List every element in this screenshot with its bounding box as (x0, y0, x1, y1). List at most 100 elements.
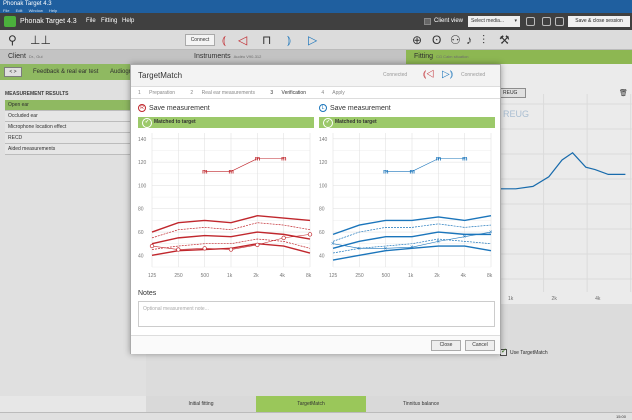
x-tick-label: 125 (329, 273, 338, 279)
app-menu-help[interactable]: Help (122, 13, 134, 30)
hearing-aid-right-status-icon: ⦅◁ (423, 69, 435, 80)
device-toolbar: ⚲ ⊥⊥ Connect ⦅ ◁ ⊓ ⦆ ▷ ⊕ ʘ ⚇ ♪ ⫶ ⚒ (0, 30, 632, 50)
speaker-left-icon[interactable]: ▷ (308, 32, 317, 48)
ucl-point: m (255, 157, 260, 163)
connected-status-right: Connected (383, 72, 408, 78)
speaker-right-icon[interactable]: ◁ (238, 32, 247, 48)
x-tick-label: 1k (227, 273, 233, 279)
matched-to-target-left: Matched to target (319, 117, 495, 128)
save-measurement-left[interactable]: L Save measurement (319, 104, 391, 112)
client-view-checkbox[interactable] (424, 18, 431, 25)
ucl-curve (385, 158, 465, 172)
audiogram-icon[interactable]: ⊥⊥ (30, 32, 51, 48)
step-apply[interactable]: 4 Apply (321, 90, 351, 96)
y-tick-label: 60 (138, 230, 144, 236)
steps-divider (131, 98, 500, 99)
hearing-aid-left-status-icon: ▷⦆ (442, 69, 454, 80)
y-tick-label: 100 (138, 183, 147, 189)
tab-initial-fitting[interactable]: Initial fitting (146, 396, 256, 412)
measurement-point: × (489, 230, 493, 236)
x-tick-label: 500 (382, 273, 391, 279)
app-header: Phonak Target 4.3 File Fitting Help Clie… (0, 13, 632, 30)
dialog-footer: Close Cancel (131, 335, 500, 354)
y-tick-label: 140 (138, 137, 147, 143)
people-icon[interactable]: ⚇ (450, 32, 461, 48)
y-tick-label: 120 (319, 160, 328, 166)
ucl-point: m (462, 157, 467, 163)
hearing-aid-right-icon[interactable]: ⦅ (222, 32, 226, 48)
measurement-point (176, 247, 181, 252)
measurement-point: × (463, 235, 467, 241)
notes-textarea[interactable]: Optional measurement note... (138, 301, 495, 327)
x-tick-label: 125 (148, 273, 157, 279)
x-tick-label: 4k (280, 273, 286, 279)
save-measurement-left-label: Save measurement (330, 104, 391, 112)
y-tick-label: 60 (319, 230, 325, 236)
connect-button[interactable]: Connect (185, 34, 215, 46)
select-media-dropdown[interactable]: Select media... (468, 16, 520, 27)
ear-icon[interactable]: ʘ (432, 32, 441, 48)
y-tick-label: 80 (138, 207, 144, 213)
tools-icon[interactable]: ⚒ (499, 32, 510, 48)
y-tick-label: 40 (138, 253, 144, 259)
measurement-point: × (410, 245, 414, 251)
y-tick-label: 80 (319, 207, 325, 213)
x-tick-label: 250 (174, 273, 183, 279)
x-tick-label: 2k (434, 273, 440, 279)
app-menu-file[interactable]: File (86, 13, 96, 30)
measurement-point: × (384, 246, 388, 252)
app-menu-fitting[interactable]: Fitting (101, 13, 117, 30)
x-tick-label: 4k (461, 273, 467, 279)
audiogram-left: 140 120 100 80 60 40 125 250 500 1k 2k 4k 8k × × × × × × × m… (319, 133, 493, 279)
status-bar: 15:00 (0, 412, 632, 420)
measurement-point (281, 235, 286, 241)
step-indicator: 1 Preparation 2 Real ear measurements 3 … (138, 90, 359, 96)
matched-to-target-right: Matched to target (138, 117, 314, 128)
ucl-point: m (436, 157, 441, 163)
settings-icon[interactable] (555, 17, 564, 26)
ucl-point: m (383, 169, 388, 175)
ucl-point: m (202, 169, 207, 175)
programmer-icon[interactable]: ⊓ (262, 32, 271, 48)
save-close-session-button[interactable]: Save & close session (568, 16, 630, 27)
bottom-tabs: Initial fitting TargetMatch Tinnitus bal… (146, 396, 632, 412)
targetmatch-dialog: TargetMatch Connected ⦅◁ ▷⦆ Connected 1 … (130, 64, 501, 354)
sliders-icon[interactable]: ⫶ (482, 32, 485, 48)
measurement-point (202, 246, 207, 251)
ucl-point: m (281, 157, 286, 163)
hearing-aid-left-icon[interactable]: ⦆ (287, 32, 291, 48)
client-view-label: Client view (434, 18, 464, 24)
measurement-point (307, 232, 313, 237)
measurement-point (149, 243, 155, 249)
measurement-point (228, 247, 234, 252)
measurement-point (255, 242, 260, 248)
client-figure-icon[interactable]: ⚲ (8, 32, 17, 48)
measurement-point: × (436, 239, 440, 245)
target-crosshair-icon[interactable]: ⊕ (412, 32, 422, 48)
app-logo-icon (4, 16, 16, 27)
step-verification[interactable]: 3 Verification (270, 90, 313, 96)
audiogram-right: 140 120 100 80 60 40 125 250 500 1k 2k 4k 8k m m m m (138, 133, 313, 279)
ucl-point: m (229, 169, 234, 175)
save-measurement-right-label: Save measurement (149, 104, 210, 112)
media-play-icon[interactable] (526, 17, 535, 26)
save-measurement-right[interactable]: R Save measurement (138, 104, 210, 112)
cancel-button[interactable]: Cancel (465, 340, 495, 351)
connected-status-left: Connected (461, 72, 486, 78)
step-preparation[interactable]: 1 Preparation (138, 90, 182, 96)
app-name: Phonak Target 4.3 (20, 18, 77, 25)
tab-tinnitus-balance[interactable]: Tinnitus balance (366, 396, 476, 412)
y-tick-label: 140 (319, 137, 328, 143)
tab-targetmatch[interactable]: TargetMatch (256, 396, 366, 412)
x-tick-label: 250 (355, 273, 364, 279)
x-tick-label: 1k (408, 273, 414, 279)
y-tick-label: 100 (319, 183, 328, 189)
x-tick-label: 2k (253, 273, 259, 279)
step-real-ear[interactable]: 2 Real ear measurements (190, 90, 262, 96)
speaker-icon[interactable]: ♪ (466, 32, 472, 48)
print-icon[interactable] (542, 17, 551, 26)
left-ear-badge: L (319, 104, 327, 112)
x-tick-label: 8k (306, 273, 312, 279)
y-tick-label: 120 (138, 160, 147, 166)
close-button[interactable]: Close (431, 340, 461, 351)
